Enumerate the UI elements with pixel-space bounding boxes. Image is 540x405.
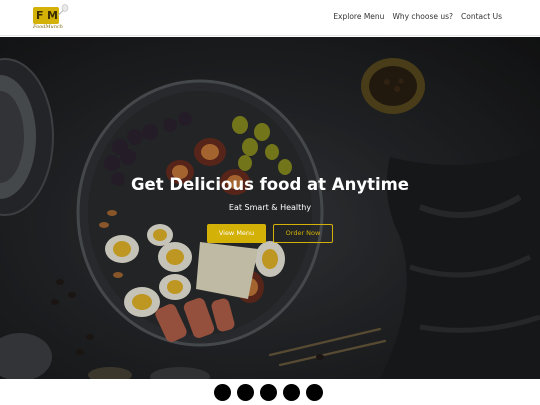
hero-section: Get Delicious food at Anytime Eat Smart …: [0, 37, 540, 379]
nav-menu: Explore Menu Why choose us? Contact Us: [333, 12, 502, 21]
brand-logo[interactable]: F M FoodMunch: [33, 4, 73, 33]
logo-wordmark: FoodMunch: [33, 24, 63, 30]
hero-subtitle: Eat Smart & Healthy: [228, 203, 312, 212]
navbar: F M FoodMunch Explore Menu Why choose us…: [0, 0, 540, 36]
carousel-dot[interactable]: [237, 384, 254, 401]
carousel-dot[interactable]: [306, 384, 323, 401]
order-now-button[interactable]: Order Now: [273, 224, 333, 243]
logo-letter-f: F: [36, 9, 44, 22]
carousel-dot[interactable]: [214, 384, 231, 401]
spoon-icon: [57, 4, 69, 16]
carousel-dot[interactable]: [283, 384, 300, 401]
nav-link-contact-us[interactable]: Contact Us: [461, 12, 502, 21]
hero-title: Get Delicious food at Anytime: [130, 175, 410, 194]
nav-link-explore-menu[interactable]: Explore Menu: [333, 12, 384, 21]
nav-link-why-choose-us[interactable]: Why choose us?: [392, 12, 453, 21]
view-menu-button[interactable]: View Menu: [207, 224, 266, 243]
carousel-indicators: [214, 384, 323, 401]
carousel-dot[interactable]: [260, 384, 277, 401]
